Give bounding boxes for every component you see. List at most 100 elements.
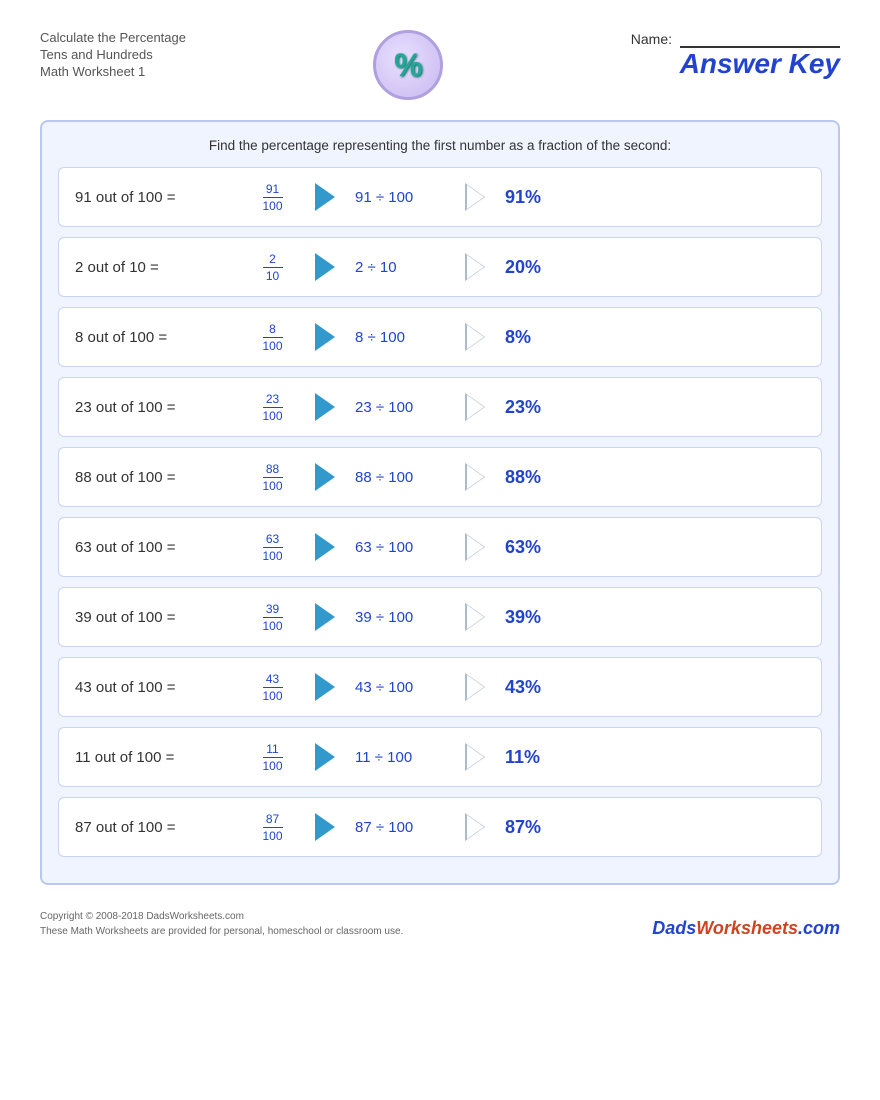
problem-row-9: 11 out of 100 = 11 100 11 ÷ 100 11% bbox=[58, 727, 822, 787]
arrow-outline-4 bbox=[465, 393, 485, 421]
arrow-filled-5 bbox=[315, 463, 335, 491]
arrow-filled-8 bbox=[315, 673, 335, 701]
footer-left: Copyright © 2008-2018 DadsWorksheets.com… bbox=[40, 909, 403, 939]
header-right: Name: Answer Key bbox=[631, 30, 840, 80]
name-underline[interactable] bbox=[680, 30, 840, 48]
arrow-outline-7 bbox=[465, 603, 485, 631]
fraction-denominator-7: 100 bbox=[262, 618, 282, 633]
fraction-numerator-2: 2 bbox=[263, 252, 283, 268]
arrow-outline-8 bbox=[465, 673, 485, 701]
footer-logo-worksheets: Worksheets bbox=[696, 918, 798, 938]
footer: Copyright © 2008-2018 DadsWorksheets.com… bbox=[40, 901, 840, 939]
percent-symbol: % bbox=[394, 47, 422, 84]
problem-text-2: 2 out of 10 = bbox=[75, 259, 230, 276]
arrow-outline-1 bbox=[465, 183, 485, 211]
fraction-denominator-3: 100 bbox=[262, 338, 282, 353]
title-line3: Math Worksheet 1 bbox=[40, 64, 186, 79]
arrow-filled-1 bbox=[315, 183, 335, 211]
division-text-4: 23 ÷ 100 bbox=[355, 399, 445, 416]
problem-text-3: 8 out of 100 = bbox=[75, 329, 230, 346]
fraction-numerator-1: 91 bbox=[263, 182, 283, 198]
footer-logo-dads: Dads bbox=[652, 918, 696, 938]
arrow-outline-10 bbox=[465, 813, 485, 841]
division-text-5: 88 ÷ 100 bbox=[355, 469, 445, 486]
answer-2: 20% bbox=[505, 257, 565, 278]
answer-10: 87% bbox=[505, 817, 565, 838]
problem-text-5: 88 out of 100 = bbox=[75, 469, 230, 486]
arrow-filled-10 bbox=[315, 813, 335, 841]
fraction-8: 43 100 bbox=[250, 672, 295, 703]
fraction-numerator-5: 88 bbox=[263, 462, 283, 478]
arrow-outline-6 bbox=[465, 533, 485, 561]
fraction-2: 2 10 bbox=[250, 252, 295, 283]
title-line2: Tens and Hundreds bbox=[40, 47, 186, 62]
division-text-6: 63 ÷ 100 bbox=[355, 539, 445, 556]
fraction-numerator-4: 23 bbox=[263, 392, 283, 408]
answer-4: 23% bbox=[505, 397, 565, 418]
answer-9: 11% bbox=[505, 747, 565, 768]
problem-row-10: 87 out of 100 = 87 100 87 ÷ 100 87% bbox=[58, 797, 822, 857]
answer-7: 39% bbox=[505, 607, 565, 628]
problem-row-8: 43 out of 100 = 43 100 43 ÷ 100 43% bbox=[58, 657, 822, 717]
arrow-filled-3 bbox=[315, 323, 335, 351]
name-label-row: Name: bbox=[631, 30, 840, 48]
arrow-filled-2 bbox=[315, 253, 335, 281]
problem-row-3: 8 out of 100 = 8 100 8 ÷ 100 8% bbox=[58, 307, 822, 367]
fraction-numerator-3: 8 bbox=[263, 322, 283, 338]
header-center: % bbox=[373, 30, 443, 100]
fraction-3: 8 100 bbox=[250, 322, 295, 353]
title-line1: Calculate the Percentage bbox=[40, 30, 186, 45]
problem-text-9: 11 out of 100 = bbox=[75, 749, 230, 766]
problem-text-4: 23 out of 100 = bbox=[75, 399, 230, 416]
arrow-filled-7 bbox=[315, 603, 335, 631]
fraction-denominator-8: 100 bbox=[262, 688, 282, 703]
fraction-4: 23 100 bbox=[250, 392, 295, 423]
fraction-6: 63 100 bbox=[250, 532, 295, 563]
division-text-8: 43 ÷ 100 bbox=[355, 679, 445, 696]
name-label-text: Name: bbox=[631, 31, 672, 47]
fraction-numerator-7: 39 bbox=[263, 602, 283, 618]
problem-text-7: 39 out of 100 = bbox=[75, 609, 230, 626]
arrow-filled-9 bbox=[315, 743, 335, 771]
fraction-denominator-4: 100 bbox=[262, 408, 282, 423]
header-left: Calculate the Percentage Tens and Hundre… bbox=[40, 30, 186, 79]
division-text-7: 39 ÷ 100 bbox=[355, 609, 445, 626]
arrow-outline-5 bbox=[465, 463, 485, 491]
answer-8: 43% bbox=[505, 677, 565, 698]
fraction-denominator-6: 100 bbox=[262, 548, 282, 563]
problem-row-6: 63 out of 100 = 63 100 63 ÷ 100 63% bbox=[58, 517, 822, 577]
fraction-1: 91 100 bbox=[250, 182, 295, 213]
answer-3: 8% bbox=[505, 327, 565, 348]
fraction-denominator-10: 100 bbox=[262, 828, 282, 843]
fraction-numerator-9: 11 bbox=[263, 742, 283, 758]
fraction-10: 87 100 bbox=[250, 812, 295, 843]
division-text-1: 91 ÷ 100 bbox=[355, 189, 445, 206]
answer-5: 88% bbox=[505, 467, 565, 488]
footer-copyright: Copyright © 2008-2018 DadsWorksheets.com bbox=[40, 909, 403, 924]
answer-1: 91% bbox=[505, 187, 565, 208]
main-content: Find the percentage representing the fir… bbox=[40, 120, 840, 885]
instructions: Find the percentage representing the fir… bbox=[58, 138, 822, 153]
footer-notice: These Math Worksheets are provided for p… bbox=[40, 924, 403, 939]
problem-row-1: 91 out of 100 = 91 100 91 ÷ 100 91% bbox=[58, 167, 822, 227]
fraction-denominator-1: 100 bbox=[262, 198, 282, 213]
fraction-denominator-5: 100 bbox=[262, 478, 282, 493]
problem-text-10: 87 out of 100 = bbox=[75, 819, 230, 836]
answer-6: 63% bbox=[505, 537, 565, 558]
arrow-outline-3 bbox=[465, 323, 485, 351]
problem-text-6: 63 out of 100 = bbox=[75, 539, 230, 556]
fraction-5: 88 100 bbox=[250, 462, 295, 493]
answer-key-label: Answer Key bbox=[680, 48, 840, 80]
fraction-numerator-10: 87 bbox=[263, 812, 283, 828]
arrow-filled-4 bbox=[315, 393, 335, 421]
arrow-outline-2 bbox=[465, 253, 485, 281]
page: Calculate the Percentage Tens and Hundre… bbox=[0, 0, 880, 1100]
arrow-filled-6 bbox=[315, 533, 335, 561]
division-text-3: 8 ÷ 100 bbox=[355, 329, 445, 346]
problem-row-4: 23 out of 100 = 23 100 23 ÷ 100 23% bbox=[58, 377, 822, 437]
footer-logo: DadsWorksheets.com bbox=[652, 918, 840, 939]
division-text-2: 2 ÷ 10 bbox=[355, 259, 445, 276]
header: Calculate the Percentage Tens and Hundre… bbox=[40, 30, 840, 100]
problem-row-2: 2 out of 10 = 2 10 2 ÷ 10 20% bbox=[58, 237, 822, 297]
arrow-outline-9 bbox=[465, 743, 485, 771]
